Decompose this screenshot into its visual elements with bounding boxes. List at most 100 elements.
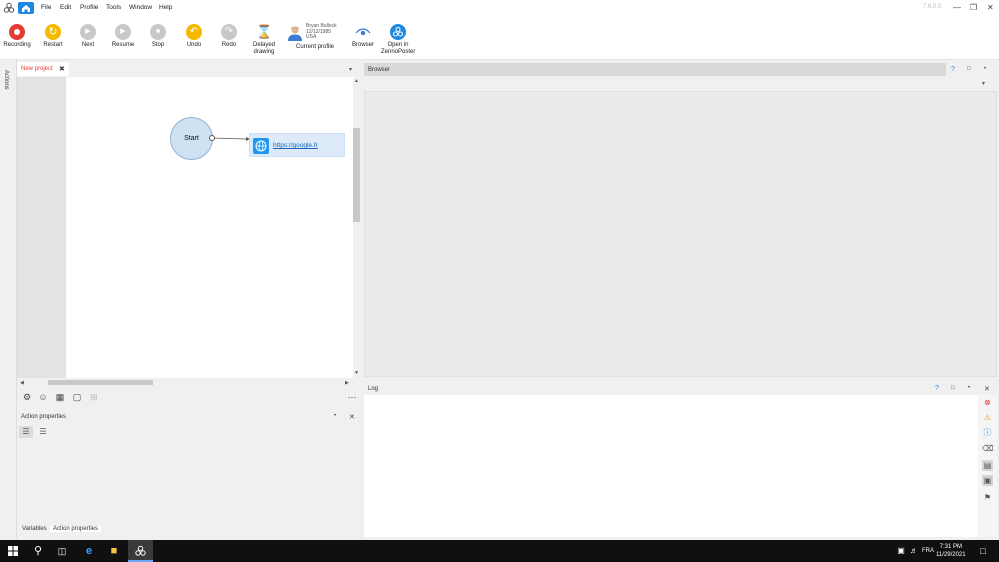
start-node[interactable]: Start bbox=[170, 117, 213, 160]
canvas-toolbar: ⚙ ☺ ▦ ▢ ⊞ ⋯ bbox=[17, 389, 360, 405]
stop-button[interactable]: ■ Stop bbox=[141, 24, 175, 49]
recording-button[interactable]: Recording bbox=[0, 24, 34, 49]
vertical-scroll-thumb[interactable] bbox=[353, 128, 360, 222]
home-button[interactable] bbox=[18, 2, 34, 14]
avatar bbox=[288, 26, 302, 41]
file-explorer-icon[interactable]: ■ bbox=[107, 544, 121, 558]
menu-help[interactable]: Help bbox=[159, 4, 172, 11]
current-profile-button[interactable]: Bryan Bullock 12/12/1985 USA Current pro… bbox=[286, 22, 342, 56]
next-button[interactable]: ▶ Next bbox=[71, 24, 105, 49]
log-tag-icon[interactable]: ⚑ bbox=[982, 492, 993, 503]
log-panel-header: Log ? □ • ✕ bbox=[364, 382, 997, 395]
log-maximize-icon[interactable]: □ bbox=[951, 385, 955, 391]
keyboard-language[interactable]: FRA bbox=[922, 548, 934, 554]
menu-file[interactable]: File bbox=[41, 4, 51, 11]
log-pin-icon[interactable]: • bbox=[968, 385, 970, 391]
restore-button[interactable]: ❐ bbox=[970, 3, 977, 12]
help-icon[interactable]: ? bbox=[951, 66, 955, 73]
menu-profile[interactable]: Profile bbox=[80, 4, 98, 11]
browser-dropdown-icon[interactable]: ▾ bbox=[982, 80, 985, 87]
close-tab-icon[interactable]: ✖ bbox=[59, 65, 65, 73]
redo-button[interactable]: ↷ Redo bbox=[212, 24, 246, 49]
record-icon bbox=[9, 24, 25, 40]
resume-icon: ▶ bbox=[115, 24, 131, 40]
clear-log-icon[interactable]: ⌫ bbox=[982, 443, 993, 454]
grid-icon[interactable]: ▦ bbox=[55, 392, 65, 402]
stop-icon: ■ bbox=[150, 24, 166, 40]
horizontal-scroll-thumb[interactable] bbox=[48, 380, 153, 385]
action-properties-body: ☰ ☰ bbox=[17, 424, 360, 522]
actions-tab[interactable]: Actions bbox=[3, 70, 9, 90]
zenno-app-icon bbox=[135, 545, 146, 556]
scroll-down-icon[interactable]: ▼ bbox=[354, 370, 359, 376]
error-filter-icon[interactable]: ⊗ bbox=[982, 397, 993, 408]
network-icon[interactable]: ▣ bbox=[894, 544, 908, 558]
delayed-drawing-button[interactable]: ⌛ Delayed drawing bbox=[247, 24, 281, 56]
home-icon bbox=[22, 5, 30, 12]
alphabetical-view-icon[interactable]: ☰ bbox=[36, 426, 50, 438]
menu-tools[interactable]: Tools bbox=[106, 4, 121, 11]
log-panel-title: Log bbox=[368, 386, 379, 392]
undo-button[interactable]: ↶ Undo bbox=[177, 24, 211, 49]
volume-icon[interactable]: ♬ bbox=[907, 544, 921, 558]
browser-button[interactable]: Browser bbox=[346, 24, 380, 49]
menu-window[interactable]: Window bbox=[129, 4, 152, 11]
menu-bar: File Edit Profile Tools Window Help 7.6.… bbox=[0, 0, 999, 16]
toolbar: Recording ↻ Restart ▶ Next ▶ Resume ■ St… bbox=[0, 16, 999, 60]
warning-filter-icon[interactable]: ⚠ bbox=[982, 412, 993, 423]
resume-button[interactable]: ▶ Resume bbox=[106, 24, 140, 49]
notifications-icon[interactable]: □ bbox=[976, 544, 990, 558]
canvas-margin bbox=[17, 77, 66, 378]
profile-country: USA bbox=[306, 34, 317, 40]
canvas-horizontal-scrollbar[interactable]: ◀ ▶ bbox=[17, 378, 353, 387]
project-canvas[interactable]: Start https://google.fr bbox=[66, 77, 353, 378]
scroll-up-icon[interactable]: ▲ bbox=[354, 78, 359, 84]
canvas-vertical-scrollbar[interactable]: ▲ ▼ bbox=[353, 77, 360, 378]
open-in-zennoposter-button[interactable]: Open in ZennoPoster bbox=[381, 24, 415, 56]
more-options-icon[interactable]: ⋯ bbox=[347, 392, 357, 402]
log-output[interactable] bbox=[364, 395, 978, 537]
project-tab-bar: New project ✖ ▾ bbox=[17, 62, 360, 76]
close-panel-icon[interactable]: ✕ bbox=[349, 413, 355, 421]
lock-icon[interactable]: ▢ bbox=[72, 392, 82, 402]
user-circle-icon[interactable]: ☺ bbox=[38, 392, 48, 402]
categorized-view-icon[interactable]: ☰ bbox=[19, 426, 33, 438]
start-output-port[interactable] bbox=[209, 135, 215, 141]
menu-edit[interactable]: Edit bbox=[60, 4, 71, 11]
maximize-panel-icon[interactable]: □ bbox=[967, 66, 971, 72]
scroll-right-icon[interactable]: ▶ bbox=[345, 380, 349, 386]
system-clock[interactable]: 7:31 PM 11/29/2021 bbox=[936, 543, 966, 559]
restart-icon: ↻ bbox=[45, 24, 61, 40]
windows-start-icon[interactable] bbox=[8, 546, 18, 556]
tab-variables[interactable]: Variables bbox=[22, 526, 47, 532]
minimize-button[interactable]: — bbox=[953, 3, 961, 12]
tab-new-project[interactable]: New project ✖ bbox=[17, 62, 69, 76]
navigate-action-node[interactable]: https://google.fr bbox=[249, 133, 345, 157]
action-properties-title: Action properties bbox=[21, 414, 67, 420]
log-view-icon[interactable]: ▤ bbox=[982, 460, 993, 471]
log-close-icon[interactable]: ✕ bbox=[984, 385, 990, 393]
add-icon[interactable]: ⊞ bbox=[89, 392, 99, 402]
log-help-icon[interactable]: ? bbox=[935, 385, 939, 392]
clock-date: 11/29/2021 bbox=[936, 552, 966, 558]
edge-browser-icon[interactable]: e bbox=[82, 544, 96, 558]
close-window-button[interactable]: ✕ bbox=[987, 3, 994, 12]
tab-dropdown-icon[interactable]: ▾ bbox=[349, 66, 352, 73]
search-icon[interactable]: ⚲ bbox=[31, 544, 45, 558]
task-view-icon[interactable]: ◫ bbox=[55, 544, 69, 558]
log-image-icon[interactable]: ▣ bbox=[982, 475, 993, 486]
zenno-logo-icon bbox=[3, 2, 15, 13]
browser-panel-controls: ? □ • bbox=[946, 63, 997, 76]
tab-action-properties[interactable]: Action properties bbox=[50, 526, 102, 532]
browser-address-bar: ▾ bbox=[364, 77, 997, 90]
scroll-left-icon[interactable]: ◀ bbox=[20, 380, 24, 386]
info-filter-icon[interactable]: ⓘ bbox=[982, 427, 993, 438]
restart-button[interactable]: ↻ Restart bbox=[36, 24, 70, 49]
log-filter-bar: ⊗ ⚠ ⓘ ⌫ ▤ ▣ ⚑ bbox=[978, 395, 997, 537]
pin-panel-icon[interactable]: • bbox=[984, 66, 986, 72]
pin-icon[interactable]: • bbox=[334, 413, 336, 419]
zennodroid-taskbar-button[interactable] bbox=[128, 540, 153, 562]
settings-icon[interactable]: ⚙ bbox=[22, 392, 32, 402]
action-url-link[interactable]: https://google.fr bbox=[273, 142, 318, 149]
browser-viewport[interactable] bbox=[364, 91, 997, 377]
